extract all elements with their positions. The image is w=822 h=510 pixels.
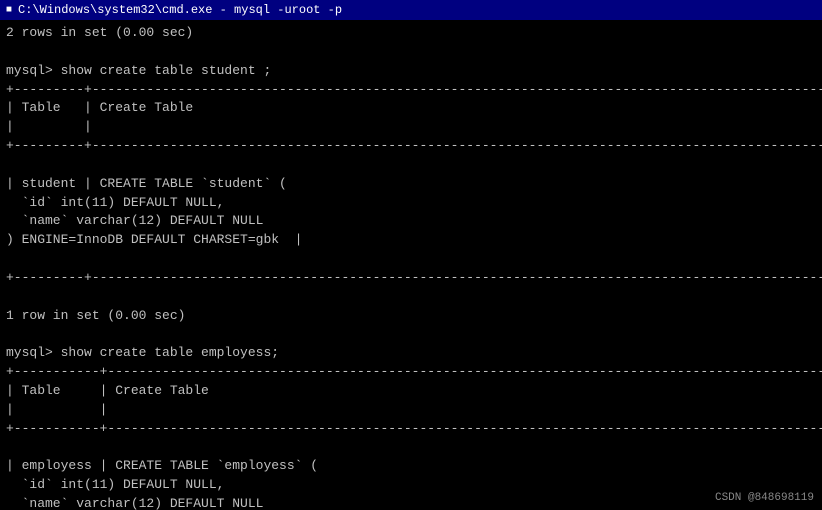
line-rowcount1: 1 row in set (0.00 sec) — [6, 307, 816, 326]
cmd-icon: ■ — [6, 5, 12, 16]
line-header2b: | | | — [6, 401, 816, 420]
line-blank5 — [6, 326, 816, 345]
line-header1b: | | | — [6, 118, 816, 137]
line-data1: | student | CREATE TABLE `student` ( — [6, 175, 816, 194]
line-blank-1 — [6, 43, 816, 62]
line-sep1: +---------+-----------------------------… — [6, 81, 816, 100]
title-bar: ■ C:\Windows\system32\cmd.exe - mysql -u… — [0, 0, 822, 20]
line-blank2 — [6, 156, 816, 175]
line-blank6 — [6, 439, 816, 458]
line-data6: `id` int(11) DEFAULT NULL, — [6, 476, 816, 495]
line-sep4: +-----------+---------------------------… — [6, 363, 816, 382]
line-cmd1: mysql> show create table student ; — [6, 62, 816, 81]
line-sep5: +-----------+---------------------------… — [6, 420, 816, 439]
line-data3: `name` varchar(12) DEFAULT NULL — [6, 212, 816, 231]
line-data4: ) ENGINE=InnoDB DEFAULT CHARSET=gbk | — [6, 231, 816, 250]
line-blank4 — [6, 288, 816, 307]
line-data5: | employess | CREATE TABLE `employess` ( — [6, 457, 816, 476]
line-data2: `id` int(11) DEFAULT NULL, — [6, 194, 816, 213]
line-blank3 — [6, 250, 816, 269]
line-1: 2 rows in set (0.00 sec) — [6, 24, 816, 43]
line-data7: `name` varchar(12) DEFAULT NULL — [6, 495, 816, 510]
title-bar-label: C:\Windows\system32\cmd.exe - mysql -uro… — [18, 3, 342, 17]
line-header1: | Table | Create Table | — [6, 99, 816, 118]
line-header2: | Table | Create Table | — [6, 382, 816, 401]
terminal-body: 2 rows in set (0.00 sec) mysql> show cre… — [0, 20, 822, 510]
line-sep2: +---------+-----------------------------… — [6, 137, 816, 156]
line-cmd2: mysql> show create table employess; — [6, 344, 816, 363]
watermark: CSDN @848698119 — [715, 492, 814, 504]
line-sep3: +---------+-----------------------------… — [6, 269, 816, 288]
